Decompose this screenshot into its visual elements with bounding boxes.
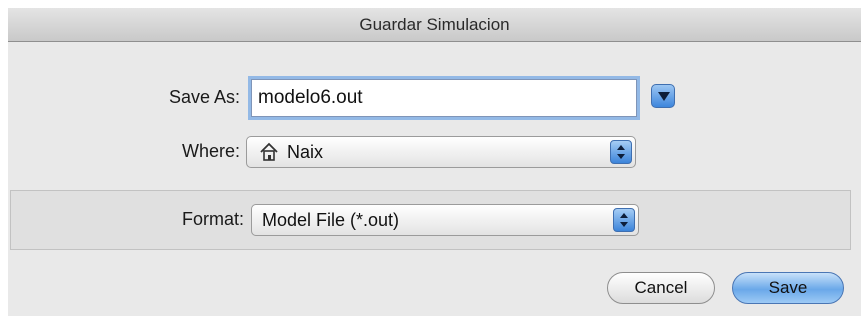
format-stepper xyxy=(613,208,635,232)
save-as-label: Save As: xyxy=(168,87,240,107)
format-label: Format: xyxy=(181,209,244,229)
where-label: Where: xyxy=(181,141,240,161)
title-bar: Guardar Simulacion xyxy=(8,8,861,42)
save-as-input[interactable]: modelo6.out xyxy=(251,79,637,117)
format-accessory-panel: Format: Model File (*.out) xyxy=(10,190,851,250)
cancel-button[interactable]: Cancel xyxy=(607,272,715,304)
chevron-down-icon xyxy=(658,92,670,101)
home-icon xyxy=(260,142,278,161)
expand-dialog-button[interactable] xyxy=(651,84,675,108)
dialog-title: Guardar Simulacion xyxy=(359,15,510,34)
format-popup[interactable]: Model File (*.out) xyxy=(251,204,639,236)
where-value: Naix xyxy=(287,142,324,162)
save-button[interactable]: Save xyxy=(732,272,844,304)
up-down-arrows-icon xyxy=(617,145,625,159)
up-down-arrows-icon xyxy=(620,213,628,227)
where-stepper xyxy=(610,140,632,164)
format-value: Model File (*.out) xyxy=(262,210,400,230)
where-popup[interactable]: Naix xyxy=(246,136,636,168)
save-dialog: Guardar Simulacion Save As: modelo6.out … xyxy=(8,8,861,316)
